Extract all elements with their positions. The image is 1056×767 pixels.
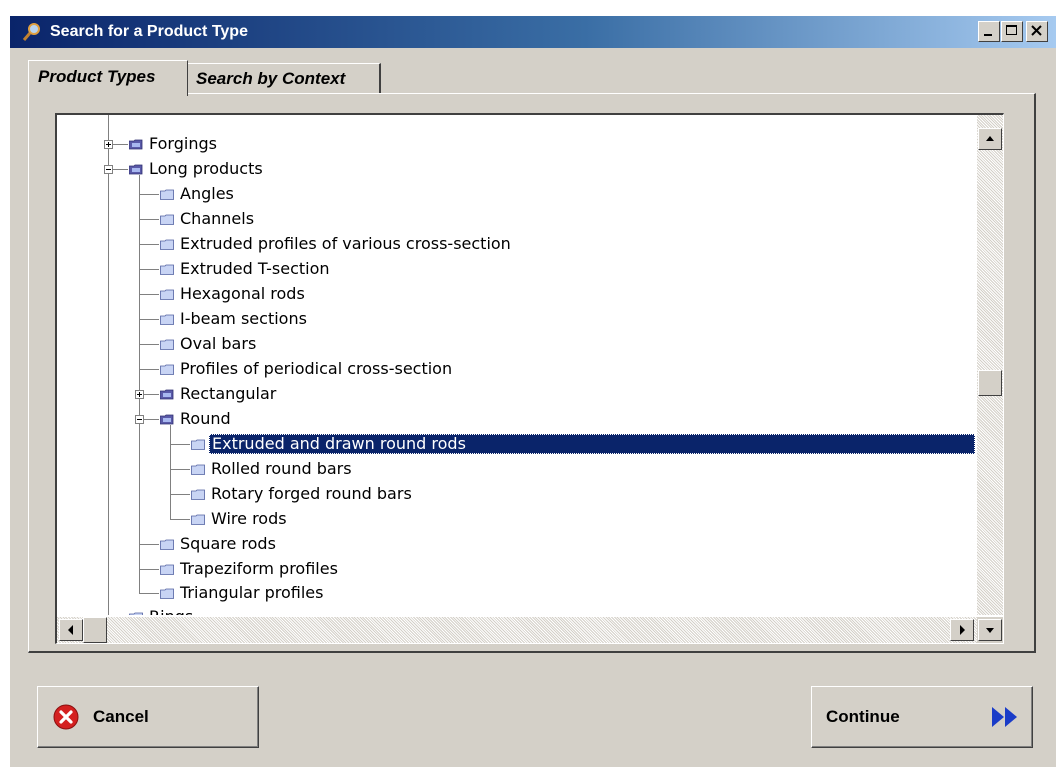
- scroll-corner: [977, 617, 1003, 643]
- folder-open-icon: [129, 164, 143, 175]
- cancel-button[interactable]: Cancel: [37, 686, 259, 748]
- folder-leaf-icon: [160, 314, 174, 325]
- folder-closed-icon: [160, 389, 174, 400]
- folder-leaf-icon: [191, 464, 205, 475]
- arrow-left-icon: [68, 625, 73, 635]
- tree-item-i-beam-sections[interactable]: I-beam sections: [180, 309, 307, 329]
- continue-label: Continue: [826, 707, 900, 726]
- scroll-down-button[interactable]: [978, 619, 1002, 641]
- tree-connector: [170, 519, 190, 520]
- expand-toggle-forgings[interactable]: [104, 140, 113, 149]
- folder-leaf-icon: [160, 539, 174, 550]
- tree-item-triangular-profiles[interactable]: Triangular profiles: [180, 583, 323, 603]
- tree-item-channels[interactable]: Channels: [180, 209, 254, 229]
- folder-leaf-icon: [191, 439, 205, 450]
- tree-connector: [139, 294, 159, 295]
- tree-item-long-products[interactable]: Long products: [149, 159, 263, 179]
- folder-leaf-icon: [160, 264, 174, 275]
- close-button[interactable]: [1026, 21, 1048, 42]
- folder-leaf-icon: [191, 514, 205, 525]
- folder-leaf-icon: [160, 289, 174, 300]
- folder-leaf-icon: [191, 489, 205, 500]
- folder-leaf-icon: [160, 564, 174, 575]
- horizontal-scroll-thumb[interactable]: [83, 617, 107, 643]
- tree-connector: [139, 544, 159, 545]
- folder-leaf-icon: [129, 612, 143, 615]
- tree-item-rotary-forged-round-bars[interactable]: Rotary forged round bars: [211, 484, 412, 504]
- tree-connector: [139, 319, 159, 320]
- expand-toggle-rectangular[interactable]: [135, 390, 144, 399]
- tab-search-by-context[interactable]: Search by Context: [188, 63, 381, 94]
- collapse-toggle-long-products[interactable]: [104, 165, 113, 174]
- folder-leaf-icon: [160, 339, 174, 350]
- tree-connector: [139, 369, 159, 370]
- double-arrow-right-icon: [992, 707, 1017, 727]
- minimize-button[interactable]: [978, 21, 1000, 42]
- folder-open-icon: [160, 414, 174, 425]
- tree-item-extruded-profiles[interactable]: Extruded profiles of various cross-secti…: [180, 234, 511, 254]
- folder-leaf-icon: [160, 588, 174, 599]
- tree-item-extruded-drawn-round-rods[interactable]: Extruded and drawn round rods: [209, 434, 975, 454]
- tree-guide-root: [108, 115, 109, 615]
- collapse-toggle-round[interactable]: [135, 415, 144, 424]
- tree-item-hexagonal-rods[interactable]: Hexagonal rods: [180, 284, 305, 304]
- tree-connector: [139, 194, 159, 195]
- tree-item-profiles-periodical[interactable]: Profiles of periodical cross-section: [180, 359, 452, 379]
- arrow-right-icon: [960, 625, 965, 635]
- maximize-icon: [1006, 25, 1017, 35]
- tree-item-oval-bars[interactable]: Oval bars: [180, 334, 256, 354]
- folder-leaf-icon: [160, 189, 174, 200]
- arrow-down-icon: [986, 628, 994, 633]
- magnifier-icon: [22, 23, 40, 41]
- tree-connector: [170, 444, 190, 445]
- tree-item-round[interactable]: Round: [180, 409, 231, 429]
- minimize-icon: [984, 34, 992, 36]
- vertical-scrollbar[interactable]: [977, 115, 1003, 615]
- tree-connector: [139, 344, 159, 345]
- tree-guide-level2: [139, 175, 140, 593]
- folder-leaf-icon: [160, 364, 174, 375]
- tree-connector: [139, 244, 159, 245]
- horizontal-scrollbar[interactable]: [57, 617, 977, 643]
- tree-connector: [139, 593, 159, 594]
- tree-item-trapeziform-profiles[interactable]: Trapeziform profiles: [180, 559, 338, 579]
- tree-item-rectangular[interactable]: Rectangular: [180, 384, 276, 404]
- tree-viewport: Forgings Long products Angles Channels E…: [57, 115, 977, 615]
- window-title: Search for a Product Type: [50, 23, 248, 40]
- cancel-x-icon: [53, 704, 79, 730]
- folder-closed-icon: [129, 139, 143, 150]
- tree-item-square-rods[interactable]: Square rods: [180, 534, 276, 554]
- tree-connector: [139, 269, 159, 270]
- tree-item-rings[interactable]: Rings: [149, 607, 193, 615]
- continue-button[interactable]: Continue: [811, 686, 1033, 748]
- tree-item-wire-rods[interactable]: Wire rods: [211, 509, 287, 529]
- scroll-left-button[interactable]: [59, 619, 83, 641]
- product-type-tree[interactable]: Forgings Long products Angles Channels E…: [55, 113, 1004, 644]
- tree-item-forgings[interactable]: Forgings: [149, 134, 217, 154]
- tree-connector: [139, 569, 159, 570]
- vertical-scroll-thumb[interactable]: [978, 370, 1002, 396]
- scroll-up-button[interactable]: [978, 128, 1002, 150]
- tree-item-angles[interactable]: Angles: [180, 184, 234, 204]
- cancel-label: Cancel: [93, 707, 149, 726]
- title-bar[interactable]: Search for a Product Type: [10, 16, 1056, 48]
- tree-connector: [139, 219, 159, 220]
- arrow-up-icon: [986, 136, 994, 141]
- tab-product-types[interactable]: Product Types: [28, 60, 188, 96]
- tree-item-extruded-t-section[interactable]: Extruded T-section: [180, 259, 330, 279]
- tree-connector: [170, 469, 190, 470]
- close-icon: [1031, 25, 1042, 36]
- folder-leaf-icon: [160, 214, 174, 225]
- folder-leaf-icon: [160, 239, 174, 250]
- maximize-button[interactable]: [1001, 21, 1023, 42]
- scroll-right-button[interactable]: [950, 619, 974, 641]
- tree-guide-level3: [170, 425, 171, 519]
- tree-item-rolled-round-bars[interactable]: Rolled round bars: [211, 459, 352, 479]
- tree-connector: [170, 494, 190, 495]
